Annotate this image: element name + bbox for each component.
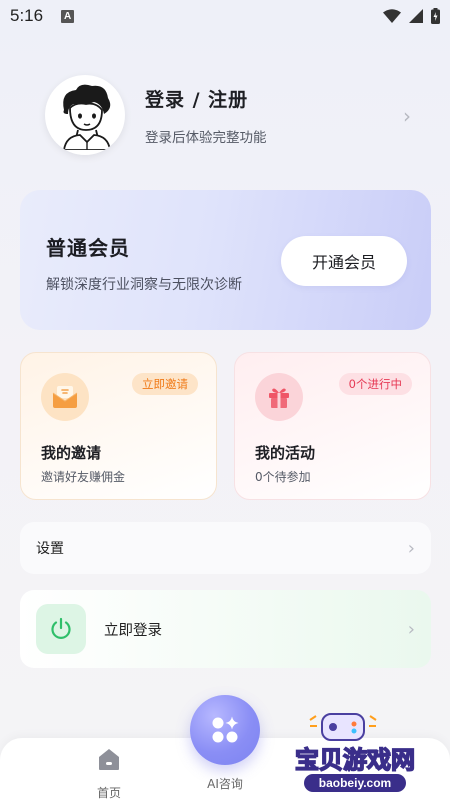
invite-card[interactable]: 立即邀请 我的邀请 邀请好友赚佣金 xyxy=(20,352,217,500)
profile-header[interactable]: 登录 / 注册 登录后体验完整功能 › xyxy=(45,74,425,156)
site-watermark: 宝贝游戏网 baobeiy.com xyxy=(270,712,440,800)
activity-title: 我的活动 xyxy=(255,444,316,462)
membership-title: 普通会员 xyxy=(46,236,130,260)
login-now-label: 立即登录 xyxy=(104,622,162,639)
activity-subtitle: 0个待参加 xyxy=(255,470,311,484)
membership-subtitle: 解锁深度行业洞察与无限次诊断 xyxy=(46,277,242,293)
nav-tab-home[interactable]: 首页 xyxy=(86,742,132,800)
cartoon-avatar-icon xyxy=(63,84,111,150)
invite-subtitle: 邀请好友赚佣金 xyxy=(41,470,126,484)
gift-icon xyxy=(255,373,303,421)
login-now-row[interactable]: 立即登录 › xyxy=(20,590,431,668)
invite-now-badge[interactable]: 立即邀请 xyxy=(132,373,198,395)
svg-text:宝贝游戏网: 宝贝游戏网 xyxy=(295,746,415,774)
ai-consult-button[interactable] xyxy=(190,695,260,765)
open-membership-button[interactable]: 开通会员 xyxy=(281,236,407,286)
in-progress-badge: 0个进行中 xyxy=(338,373,412,395)
chevron-right-icon: › xyxy=(407,618,415,640)
envelope-icon xyxy=(41,373,89,421)
status-icons xyxy=(383,8,440,24)
settings-row[interactable]: 设置 › xyxy=(20,522,431,574)
nav-ai-label: AI咨询 xyxy=(207,777,243,791)
status-time: 5:16 xyxy=(10,6,44,25)
nav-tab-ai-consult[interactable]: AI咨询 xyxy=(190,695,260,800)
chevron-right-icon[interactable]: › xyxy=(403,104,411,128)
power-icon xyxy=(36,604,86,654)
svg-text:baobeiy.com: baobeiy.com xyxy=(319,776,391,790)
login-register-title[interactable]: 登录 / 注册 xyxy=(145,85,267,112)
notification-badge-icon: A xyxy=(61,9,75,23)
activity-card[interactable]: 0个进行中 我的活动 0个待参加 xyxy=(234,352,431,500)
signal-icon xyxy=(409,9,423,23)
chevron-right-icon: › xyxy=(407,537,415,559)
sparkle-grid-icon xyxy=(212,716,239,743)
home-icon xyxy=(99,749,119,770)
battery-icon xyxy=(431,8,440,24)
login-register-subtitle: 登录后体验完整功能 xyxy=(145,129,267,146)
settings-label: 设置 xyxy=(36,541,64,557)
status-bar: 5:16 A xyxy=(0,0,450,32)
wifi-icon xyxy=(383,9,401,23)
avatar[interactable] xyxy=(45,75,125,155)
membership-card: 普通会员 解锁深度行业洞察与无限次诊断 开通会员 xyxy=(20,190,431,330)
nav-home-label: 首页 xyxy=(96,786,121,800)
invite-title: 我的邀请 xyxy=(41,444,102,462)
